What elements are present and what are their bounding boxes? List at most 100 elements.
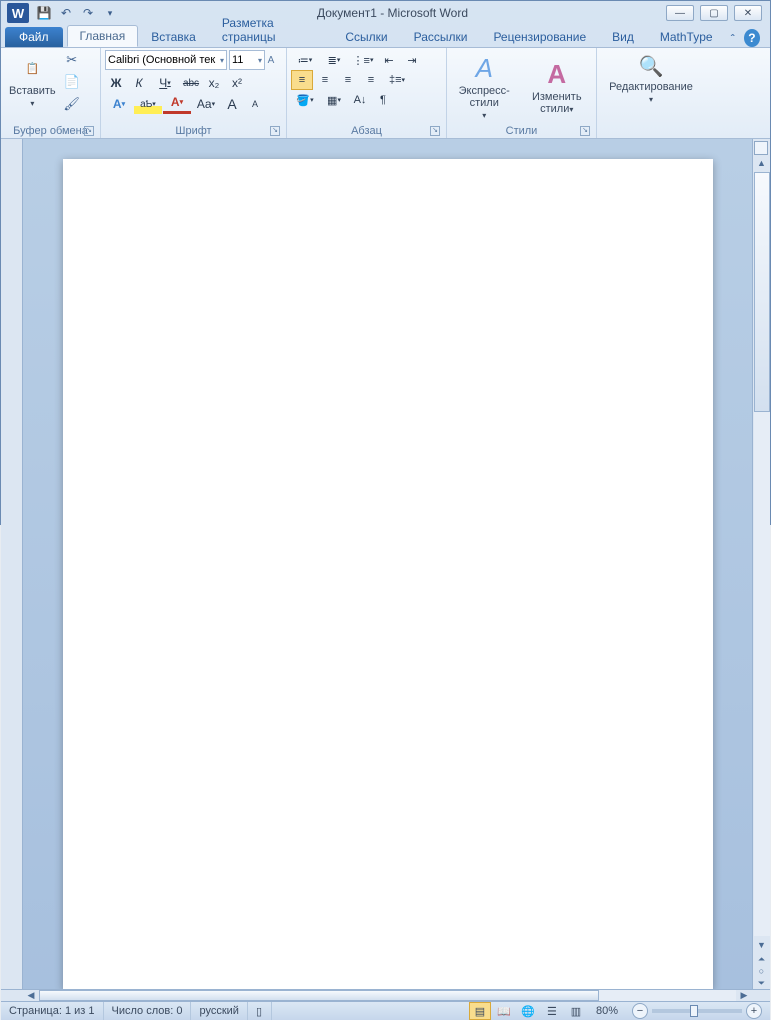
change-styles-button[interactable]: A Изменить стили▾ xyxy=(522,56,593,118)
borders-button[interactable]: ▦▾ xyxy=(320,90,348,110)
numbering-button[interactable]: ≣▾ xyxy=(320,50,348,70)
tab-insert[interactable]: Вставка xyxy=(138,26,209,47)
tab-mathtype[interactable]: MathType xyxy=(647,26,726,47)
ribbon-tabs: Файл Главная Вставка Разметка страницы С… xyxy=(1,25,770,47)
vscroll-thumb[interactable] xyxy=(754,172,770,412)
save-icon[interactable]: 💾 xyxy=(35,4,53,22)
group-editing: 🔍 Редактирование▾ xyxy=(597,48,705,138)
maximize-button[interactable]: ▢ xyxy=(700,5,728,21)
tab-home[interactable]: Главная xyxy=(67,25,139,47)
superscript-button[interactable]: x² xyxy=(226,73,248,93)
decrease-indent-button[interactable]: ⇤ xyxy=(378,50,400,70)
grow-font-button[interactable]: A xyxy=(221,94,243,114)
group-paragraph: ≔▾ ≣▾ ⋮≡▾ ⇤ ⇥ ≡ ≡ ≡ ≡ ‡≡▾ 🪣▾ ▦▾ A↓ xyxy=(287,48,447,138)
vertical-scrollbar[interactable]: ▲ ▼ ⏶ ○ ⏷ xyxy=(752,139,770,989)
help-icon[interactable]: ? xyxy=(744,29,760,47)
horizontal-scrollbar[interactable]: ◀ ▶ xyxy=(1,989,770,1001)
align-center-button[interactable]: ≡ xyxy=(314,70,336,90)
window-controls: ― ▢ ✕ xyxy=(666,5,762,21)
tab-mailings[interactable]: Рассылки xyxy=(401,26,481,47)
change-case-button[interactable]: Aa▾ xyxy=(192,94,220,114)
view-draft-icon[interactable]: ▥ xyxy=(565,1002,587,1020)
font-color-button[interactable]: A▾ xyxy=(163,94,191,114)
document-page[interactable] xyxy=(63,159,713,989)
paragraph-launcher[interactable]: ↘ xyxy=(430,126,440,136)
ruler-toggle-button[interactable] xyxy=(754,141,768,155)
hscroll-thumb[interactable] xyxy=(39,990,599,1001)
tab-review[interactable]: Рецензирование xyxy=(480,26,599,47)
quick-styles-button[interactable]: A Экспресс-стили▾ xyxy=(451,50,518,124)
cut-icon[interactable]: ✂ xyxy=(62,50,82,70)
sort-button[interactable]: A↓ xyxy=(349,90,371,110)
browse-object-icon[interactable]: ○ xyxy=(754,965,770,977)
minimize-button[interactable]: ― xyxy=(666,5,694,21)
group-styles: A Экспресс-стили▾ A Изменить стили▾ Стил… xyxy=(447,48,597,138)
zoom-out-button[interactable]: − xyxy=(632,1003,648,1019)
tab-references[interactable]: Ссылки xyxy=(332,26,400,47)
view-reading-icon[interactable]: 📖 xyxy=(493,1002,515,1020)
tab-view[interactable]: Вид xyxy=(599,26,647,47)
change-styles-icon: A xyxy=(541,58,573,90)
bullets-button[interactable]: ≔▾ xyxy=(291,50,319,70)
group-label-font: Шрифт↘ xyxy=(105,124,282,138)
line-spacing-button[interactable]: ‡≡▾ xyxy=(383,70,411,90)
copy-icon[interactable]: 📄 xyxy=(62,72,82,92)
status-bar: Страница: 1 из 1 Число слов: 0 русский ▯… xyxy=(1,1001,770,1020)
zoom-in-button[interactable]: + xyxy=(746,1003,762,1019)
undo-icon[interactable]: ↶ xyxy=(57,4,75,22)
highlight-button[interactable]: aƄ▾ xyxy=(134,94,162,114)
shrink-font-button[interactable]: A xyxy=(244,94,266,114)
subscript-button[interactable]: x₂ xyxy=(203,73,225,93)
zoom-track[interactable] xyxy=(652,1009,742,1013)
font-size-combo[interactable]: 11▾ xyxy=(229,50,265,70)
scroll-right-icon[interactable]: ▶ xyxy=(736,990,752,1001)
tab-file[interactable]: Файл xyxy=(5,27,63,47)
align-left-button[interactable]: ≡ xyxy=(291,70,313,90)
increase-indent-button[interactable]: ⇥ xyxy=(401,50,423,70)
group-clipboard: 📋 Вставить▾ ✂ 📄 🖌 Буфер обмена↘ xyxy=(1,48,101,138)
redo-icon[interactable]: ↷ xyxy=(79,4,97,22)
scroll-up-icon[interactable]: ▲ xyxy=(754,155,770,171)
view-web-icon[interactable]: 🌐 xyxy=(517,1002,539,1020)
format-painter-icon[interactable]: 🖌 xyxy=(62,94,82,114)
justify-button[interactable]: ≡ xyxy=(360,70,382,90)
paste-button[interactable]: 📋 Вставить▾ xyxy=(5,50,60,112)
styles-launcher[interactable]: ↘ xyxy=(580,126,590,136)
underline-button[interactable]: Ч▾ xyxy=(151,73,179,93)
text-effects-button[interactable]: A▾ xyxy=(105,94,133,114)
next-page-icon[interactable]: ⏷ xyxy=(754,977,770,989)
qat-customize-icon[interactable]: ▾ xyxy=(101,4,119,22)
grow-font-icon[interactable]: A xyxy=(267,50,275,70)
strike-button[interactable]: abc xyxy=(180,73,202,93)
title-bar: W 💾 ↶ ↷ ▾ Документ1 - Microsoft Word ― ▢… xyxy=(1,1,770,25)
status-insert-mode[interactable]: ▯ xyxy=(248,1002,272,1020)
clipboard-icon: 📋 xyxy=(16,52,48,84)
font-launcher[interactable]: ↘ xyxy=(270,126,280,136)
font-name-combo[interactable]: Calibri (Основной тек▾ xyxy=(105,50,227,70)
app-window: W 💾 ↶ ↷ ▾ Документ1 - Microsoft Word ― ▢… xyxy=(0,0,771,525)
app-name: Microsoft Word xyxy=(388,6,468,20)
status-page[interactable]: Страница: 1 из 1 xyxy=(1,1002,104,1020)
italic-button[interactable]: К xyxy=(128,73,150,93)
view-outline-icon[interactable]: ☰ xyxy=(541,1002,563,1020)
view-print-layout-icon[interactable]: ▤ xyxy=(469,1002,491,1020)
zoom-percent[interactable]: 80% xyxy=(588,1002,626,1020)
shading-button[interactable]: 🪣▾ xyxy=(291,90,319,110)
multilevel-button[interactable]: ⋮≡▾ xyxy=(349,50,377,70)
prev-page-icon[interactable]: ⏶ xyxy=(754,953,770,965)
zoom-thumb[interactable] xyxy=(690,1005,698,1017)
show-marks-button[interactable]: ¶ xyxy=(372,90,394,110)
vertical-ruler[interactable] xyxy=(1,139,23,989)
clipboard-launcher[interactable]: ↘ xyxy=(84,126,94,136)
collapse-ribbon-icon[interactable]: ˆ xyxy=(726,31,740,47)
scroll-down-icon[interactable]: ▼ xyxy=(754,937,770,953)
bold-button[interactable]: Ж xyxy=(105,73,127,93)
status-words[interactable]: Число слов: 0 xyxy=(104,1002,192,1020)
close-button[interactable]: ✕ xyxy=(734,5,762,21)
align-right-button[interactable]: ≡ xyxy=(337,70,359,90)
tab-layout[interactable]: Разметка страницы xyxy=(209,12,333,47)
quick-styles-icon: A xyxy=(468,52,500,84)
status-language[interactable]: русский xyxy=(191,1002,247,1020)
scroll-left-icon[interactable]: ◀ xyxy=(23,990,39,1001)
editing-button[interactable]: 🔍 Редактирование▾ xyxy=(605,50,697,108)
